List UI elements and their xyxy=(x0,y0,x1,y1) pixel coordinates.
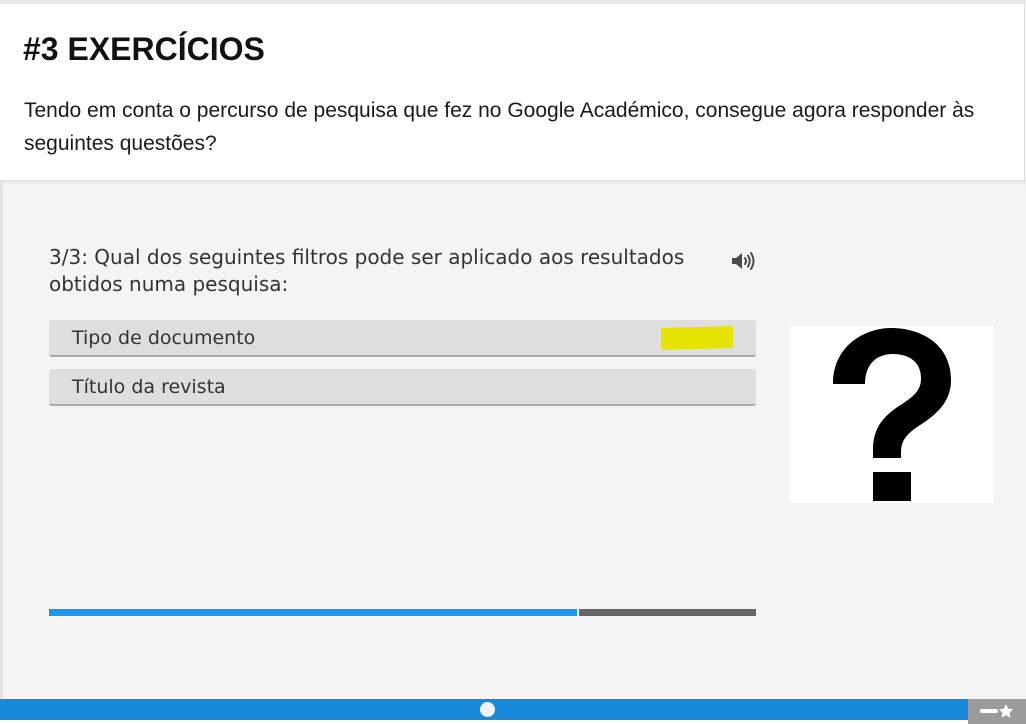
answer-option-label: Tipo de documento xyxy=(72,327,256,349)
menu-star-icon[interactable] xyxy=(968,699,1026,724)
quiz-panel: 3/3: Qual dos seguintes filtros pode ser… xyxy=(0,180,1026,700)
progress-bar xyxy=(49,609,756,616)
footer-divider xyxy=(0,720,968,724)
page-title: #3 EXERCÍCIOS xyxy=(23,31,265,67)
slide-progress-knob[interactable] xyxy=(480,702,495,717)
answer-option-tipo-de-documento[interactable]: Tipo de documento xyxy=(49,320,756,357)
progress-fill xyxy=(49,609,580,616)
question-text: 3/3: Qual dos seguintes filtros pode ser… xyxy=(49,245,685,296)
header: #3 EXERCÍCIOS Tendo em conta o percurso … xyxy=(0,4,1025,180)
intro-text: Tendo em conta o percurso de pesquisa qu… xyxy=(24,99,975,155)
answer-option-label: Título da revista xyxy=(72,376,226,398)
answer-option-titulo-da-revista[interactable]: Título da revista xyxy=(49,369,756,406)
page: #3 EXERCÍCIOS Tendo em conta o percurso … xyxy=(0,0,1026,724)
question-mark-icon xyxy=(789,326,993,503)
highlight-mark xyxy=(661,326,733,350)
speaker-icon[interactable] xyxy=(730,250,756,272)
footer xyxy=(0,699,1026,724)
slide-progress-track[interactable] xyxy=(3,699,968,720)
